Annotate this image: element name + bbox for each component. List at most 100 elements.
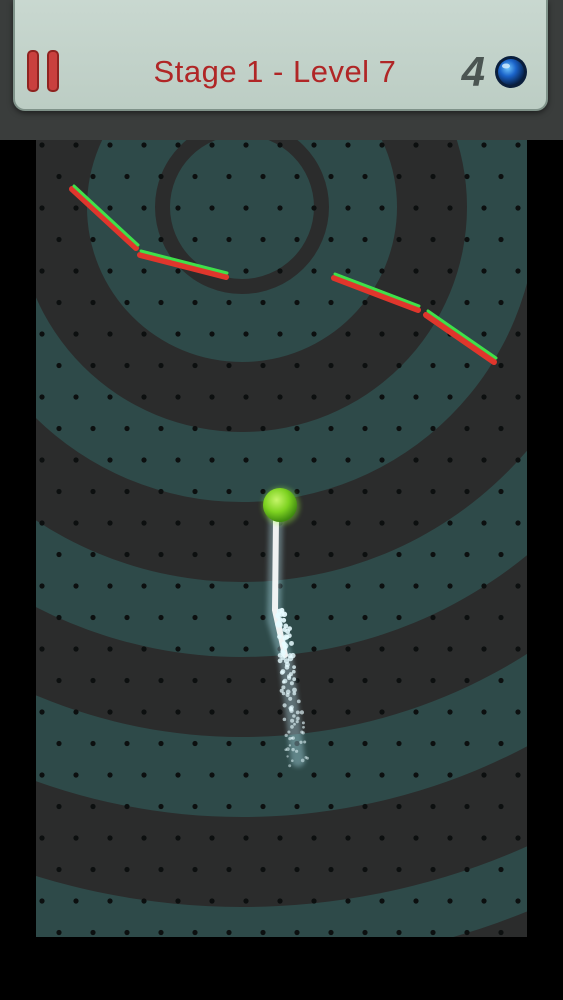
peg bbox=[56, 866, 62, 873]
peg bbox=[192, 803, 198, 810]
peg bbox=[56, 362, 62, 369]
peg bbox=[362, 803, 368, 810]
peg bbox=[294, 425, 300, 432]
peg bbox=[124, 614, 130, 621]
trail-particle bbox=[292, 665, 296, 669]
trail-particle bbox=[288, 696, 293, 701]
peg bbox=[243, 898, 249, 904]
green-ball bbox=[262, 487, 300, 525]
peg bbox=[345, 394, 351, 400]
trail-particle bbox=[282, 636, 287, 641]
peg bbox=[73, 205, 79, 211]
peg bbox=[464, 929, 470, 936]
peg bbox=[260, 299, 266, 306]
trail-particle bbox=[284, 748, 288, 752]
peg bbox=[260, 803, 266, 810]
peg bbox=[90, 299, 96, 306]
peg bbox=[515, 394, 521, 400]
peg bbox=[141, 268, 147, 274]
peg bbox=[481, 331, 487, 337]
trail-particle bbox=[289, 640, 294, 646]
peg bbox=[498, 551, 504, 558]
peg bbox=[413, 331, 419, 337]
trail-particle bbox=[300, 758, 305, 763]
peg bbox=[345, 268, 351, 274]
peg bbox=[226, 614, 232, 621]
peg bbox=[345, 520, 351, 526]
peg bbox=[430, 677, 436, 684]
peg bbox=[90, 425, 96, 432]
trail-particle bbox=[292, 714, 296, 718]
peg bbox=[311, 142, 317, 148]
peg bbox=[192, 551, 198, 558]
peg bbox=[447, 268, 453, 274]
peg bbox=[175, 583, 181, 589]
peg bbox=[464, 488, 470, 495]
peg bbox=[447, 457, 453, 463]
peg bbox=[498, 929, 504, 936]
peg bbox=[107, 520, 113, 526]
peg bbox=[209, 142, 215, 148]
trail-particle bbox=[299, 710, 305, 715]
peg bbox=[413, 772, 419, 778]
peg bbox=[107, 646, 113, 652]
peg bbox=[515, 268, 521, 274]
peg bbox=[294, 614, 300, 621]
peg bbox=[90, 488, 96, 495]
peg bbox=[396, 425, 402, 432]
peg bbox=[209, 772, 215, 778]
pause-button[interactable] bbox=[27, 50, 61, 92]
peg bbox=[39, 583, 45, 589]
trail-particle bbox=[299, 740, 303, 744]
peg bbox=[413, 646, 419, 652]
peg bbox=[396, 803, 402, 810]
peg bbox=[362, 173, 368, 180]
peg bbox=[141, 457, 147, 463]
peg bbox=[328, 866, 334, 873]
peg bbox=[73, 772, 79, 778]
peg bbox=[328, 740, 334, 747]
peg bbox=[481, 646, 487, 652]
peg bbox=[260, 236, 266, 243]
peg bbox=[90, 929, 96, 936]
peg bbox=[124, 677, 130, 684]
peg bbox=[226, 803, 232, 810]
game-board[interactable] bbox=[36, 140, 527, 937]
peg bbox=[430, 614, 436, 621]
peg bbox=[277, 457, 283, 463]
peg bbox=[260, 866, 266, 873]
peg bbox=[311, 772, 317, 778]
peg bbox=[430, 866, 436, 873]
peg bbox=[396, 740, 402, 747]
peg bbox=[175, 142, 181, 148]
game-screen[interactable]: Stage 1 - Level 7 4 bbox=[0, 0, 563, 1000]
peg bbox=[226, 173, 232, 180]
peg bbox=[277, 835, 283, 841]
peg bbox=[243, 835, 249, 841]
peg bbox=[141, 835, 147, 841]
peg bbox=[396, 551, 402, 558]
peg bbox=[90, 362, 96, 369]
peg bbox=[396, 929, 402, 936]
peg bbox=[464, 299, 470, 306]
peg bbox=[328, 236, 334, 243]
peg bbox=[141, 709, 147, 715]
peg bbox=[260, 740, 266, 747]
peg bbox=[39, 520, 45, 526]
peg bbox=[39, 898, 45, 904]
peg bbox=[362, 677, 368, 684]
peg bbox=[294, 173, 300, 180]
peg bbox=[277, 142, 283, 148]
peg bbox=[413, 268, 419, 274]
peg bbox=[396, 362, 402, 369]
peg bbox=[56, 677, 62, 684]
peg bbox=[39, 205, 45, 211]
peg bbox=[175, 835, 181, 841]
peg bbox=[107, 205, 113, 211]
peg bbox=[107, 394, 113, 400]
peg bbox=[73, 835, 79, 841]
peg bbox=[311, 646, 317, 652]
peg bbox=[362, 488, 368, 495]
peg bbox=[158, 677, 164, 684]
peg bbox=[175, 898, 181, 904]
